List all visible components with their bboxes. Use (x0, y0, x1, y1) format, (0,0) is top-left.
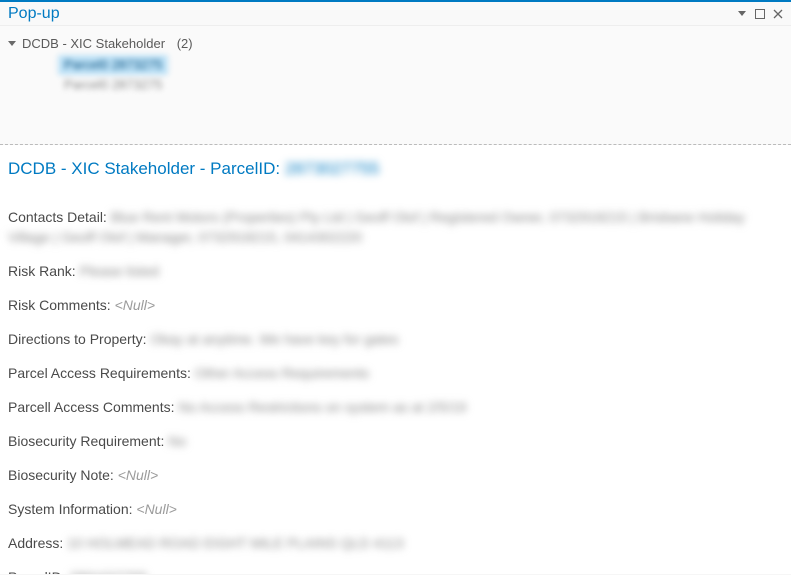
detail-field: ParcelID: 2891027755 (8, 567, 783, 574)
maximize-icon[interactable] (753, 7, 767, 21)
detail-field: Biosecurity Requirement: No (8, 431, 783, 451)
field-label: ParcelID: (8, 569, 69, 574)
field-label: System Information: (8, 501, 136, 517)
feature-tree-pane: DCDB - XIC Stakeholder (2) Parcel0 28732… (0, 26, 791, 144)
detail-title-prefix: DCDB - XIC Stakeholder - ParcelID: (8, 159, 280, 178)
popup-title: Pop-up (8, 5, 731, 23)
tree-root-label: DCDB - XIC Stakeholder (22, 36, 165, 51)
field-label: Parcell Access Comments: (8, 399, 178, 415)
field-label: Risk Rank: (8, 263, 80, 279)
detail-fields: Contacts Detail: Blue Rent Motors (Prope… (8, 207, 783, 574)
field-value: Blue Rent Motors (Properties) Pty Ltd | … (8, 209, 745, 245)
field-value: 2891027755 (69, 569, 147, 574)
field-label: Address: (8, 535, 67, 551)
chevron-down-icon (8, 41, 16, 46)
field-value: <Null> (115, 297, 155, 313)
detail-field: System Information: <Null> (8, 499, 783, 519)
close-icon[interactable] (771, 7, 785, 21)
detail-field: Risk Rank: Please listed (8, 261, 783, 281)
field-value: No Access Restrictions on system as at 2… (178, 399, 466, 415)
detail-title-value: 2873027755 (285, 159, 380, 179)
field-value: No (168, 433, 186, 449)
field-label: Parcel Access Requirements: (8, 365, 195, 381)
detail-field: Address: 10 HOLMEAD ROAD EIGHT MILE PLAI… (8, 533, 783, 553)
tree-root-count: (2) (177, 36, 193, 51)
field-label: Directions to Property: (8, 331, 150, 347)
field-value: Other Access Requirements (195, 365, 369, 381)
detail-title: DCDB - XIC Stakeholder - ParcelID: 28730… (8, 159, 783, 179)
field-value: 10 HOLMEAD ROAD EIGHT MILE PLAINS QLD 41… (67, 535, 403, 551)
collapse-dropdown-icon[interactable] (735, 7, 749, 21)
detail-field: Directions to Property: Okay at anytime.… (8, 329, 783, 349)
field-value: <Null> (118, 467, 158, 483)
field-value: <Null> (136, 501, 176, 517)
field-label: Biosecurity Requirement: (8, 433, 168, 449)
field-label: Risk Comments: (8, 297, 115, 313)
tree-children: Parcel0 2873275Parcel0 2873275 (58, 55, 783, 95)
field-label: Biosecurity Note: (8, 467, 118, 483)
detail-pane: DCDB - XIC Stakeholder - ParcelID: 28730… (0, 145, 791, 574)
titlebar: Pop-up (0, 0, 791, 26)
detail-field: Biosecurity Note: <Null> (8, 465, 783, 485)
detail-field: Contacts Detail: Blue Rent Motors (Prope… (8, 207, 783, 247)
tree-root[interactable]: DCDB - XIC Stakeholder (2) (8, 36, 783, 51)
field-value: Please listed (80, 263, 159, 279)
field-value: Okay at anytime. We have key for gates (150, 331, 398, 347)
detail-field: Parcel Access Requirements: Other Access… (8, 363, 783, 383)
detail-field: Parcell Access Comments: No Access Restr… (8, 397, 783, 417)
tree-item[interactable]: Parcel0 2873275 (58, 55, 168, 75)
detail-field: Risk Comments: <Null> (8, 295, 783, 315)
tree-item[interactable]: Parcel0 2873275 (58, 75, 168, 95)
field-label: Contacts Detail: (8, 209, 111, 225)
